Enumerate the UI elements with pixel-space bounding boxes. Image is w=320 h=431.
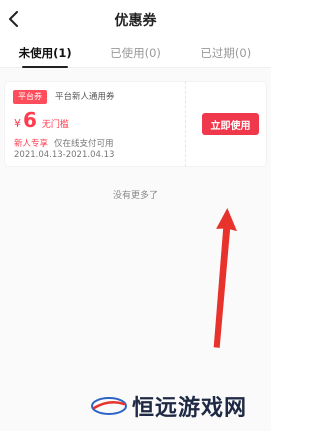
tab-label: 未使用(1) [18, 46, 72, 60]
coupon-restriction: 仅在线支付可用 [54, 139, 114, 149]
tab-unused[interactable]: 未使用(1) [0, 38, 90, 68]
watermark-logo-icon [91, 397, 127, 415]
coupon-threshold: 无门槛 [41, 120, 69, 130]
tab-bar: 未使用(1) 已使用(0) 已过期(0) [0, 38, 271, 68]
watermark-text: 恒远游戏网 [132, 395, 248, 421]
header-bar: 优惠券 [0, 0, 271, 38]
annotation-arrow-icon [213, 207, 237, 348]
coupon-type-badge: 平台券 [13, 90, 47, 104]
coupon-validity: 2021.04.13-2021.04.13 [14, 150, 115, 160]
use-now-button[interactable]: 立即使用 [202, 113, 259, 135]
page-title: 优惠券 [114, 13, 157, 29]
coupon-amount: 6 [23, 108, 37, 132]
coupon-audience: 新人专享 [14, 139, 49, 149]
tab-expired[interactable]: 已过期(0) [181, 38, 271, 67]
tab-label: 已使用(0) [110, 46, 161, 60]
coupon-name: 平台新人通用券 [55, 92, 115, 102]
coupon-amount-row: ¥ 6 无门槛 [14, 108, 69, 134]
coupon-description: 新人专享 仅在线支付可用 [14, 137, 114, 149]
coupon-action-area: 立即使用 [185, 81, 267, 167]
coupon-card: 平台券 平台新人通用券 ¥ 6 无门槛 新人专享 仅在线支付可用 2021.04… [4, 81, 267, 167]
coupon-info: 平台券 平台新人通用券 ¥ 6 无门槛 新人专享 仅在线支付可用 2021.04… [4, 81, 185, 167]
currency-symbol: ¥ [14, 117, 21, 130]
watermark: 恒远游戏网 [90, 388, 266, 424]
coupon-list: 平台券 平台新人通用券 ¥ 6 无门槛 新人专享 仅在线支付可用 2021.04… [0, 68, 271, 431]
tab-label: 已过期(0) [200, 46, 252, 60]
tab-used[interactable]: 已使用(0) [90, 38, 180, 67]
